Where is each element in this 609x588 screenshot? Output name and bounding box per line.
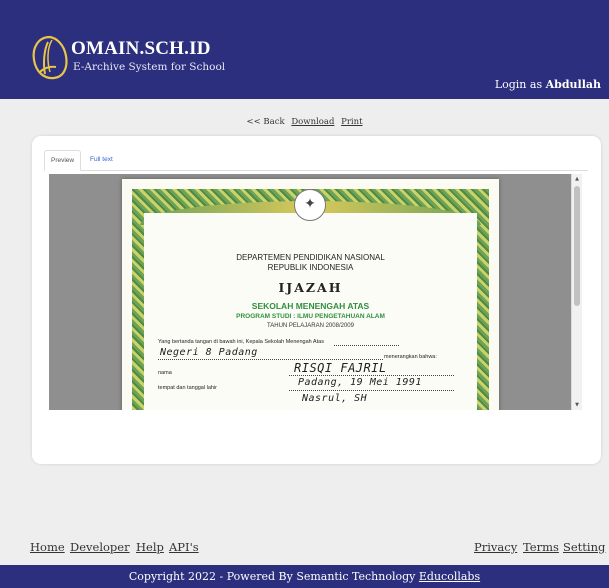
statement-continuation: menerangkan bahwa:	[384, 354, 437, 360]
birth-label: tempat dan tanggal lahir	[158, 385, 218, 391]
login-prefix: Login as	[494, 78, 543, 91]
certificate-page: DEPARTEMEN PENDIDIKAN NASIONAL REPUBLIK …	[122, 179, 499, 410]
print-link[interactable]: Print	[341, 117, 362, 127]
footer-link-help[interactable]: Help	[136, 540, 164, 554]
brand-title[interactable]: OMAIN.SCH.ID	[71, 38, 211, 60]
handwritten-name: RISQI FAJRIL	[294, 361, 387, 375]
dotted-line	[289, 390, 454, 391]
educollabs-link[interactable]: Educollabs	[419, 570, 480, 583]
statement-line: Yang bertanda tangan di bawah ini, Kepal…	[158, 339, 324, 345]
garuda-emblem-icon: ✦	[294, 189, 326, 221]
handwritten-parent: Nasrul, SH	[302, 393, 368, 404]
document-viewer[interactable]: DEPARTEMEN PENDIDIKAN NASIONAL REPUBLIK …	[49, 174, 582, 410]
document-actions: << Back Download Print	[0, 117, 609, 127]
footer-link-home[interactable]: Home	[30, 540, 65, 554]
tab-full-text[interactable]: Full text	[84, 150, 119, 169]
copyright-bar: Copyright 2022 - Powered By Semantic Tec…	[0, 565, 609, 588]
dotted-line	[334, 345, 399, 346]
academic-year: TAHUN PELAJARAN 2008/2009	[267, 323, 354, 329]
footer-link-apis[interactable]: API's	[169, 540, 199, 554]
scroll-up-icon[interactable]: ▲	[572, 174, 582, 184]
domain-logo-icon[interactable]	[30, 34, 70, 82]
download-link[interactable]: Download	[291, 117, 334, 127]
footer-nav: Home Developer Help API's Privacy Terms …	[0, 540, 609, 556]
dotted-line	[289, 375, 454, 376]
dotted-line	[158, 359, 383, 360]
document-card: Preview Full text DEPARTEMEN PENDIDIKAN …	[32, 136, 601, 464]
login-status: Login as Abdullah	[495, 78, 601, 91]
handwritten-school: Negeri 8 Padang	[160, 347, 258, 358]
study-program: PROGRAM STUDI : ILMU PENGETAHUAN ALAM	[236, 313, 385, 320]
handwritten-birth: Padang, 19 Mei 1991	[298, 377, 422, 388]
school-level: SEKOLAH MENENGAH ATAS	[251, 301, 370, 311]
back-link[interactable]: << Back	[246, 117, 284, 127]
footer-link-setting[interactable]: Setting	[563, 540, 605, 554]
copyright-text: Copyright 2022 - Powered By Semantic Tec…	[128, 570, 416, 583]
site-header: OMAIN.SCH.ID E-Archive System for School…	[0, 0, 609, 99]
dept-heading: DEPARTEMEN PENDIDIKAN NASIONAL	[236, 253, 385, 262]
footer-link-privacy[interactable]: Privacy	[474, 540, 517, 554]
tab-preview[interactable]: Preview	[44, 150, 82, 171]
viewer-scrollbar[interactable]: ▲ ▼	[571, 174, 582, 410]
scroll-thumb[interactable]	[574, 186, 580, 306]
scroll-down-icon[interactable]: ▼	[572, 400, 582, 410]
login-user[interactable]: Abdullah	[546, 78, 601, 91]
footer-link-terms[interactable]: Terms	[523, 540, 559, 554]
republic-heading: REPUBLIK INDONESIA	[267, 263, 354, 272]
footer-link-developer[interactable]: Developer	[70, 540, 130, 554]
certificate-title: IJAZAH	[278, 280, 343, 295]
certificate-body: DEPARTEMEN PENDIDIKAN NASIONAL REPUBLIK …	[144, 213, 477, 410]
brand-subtitle: E-Archive System for School	[73, 61, 226, 73]
name-label: nama	[158, 370, 172, 376]
tab-bar: Preview Full text	[44, 150, 588, 171]
